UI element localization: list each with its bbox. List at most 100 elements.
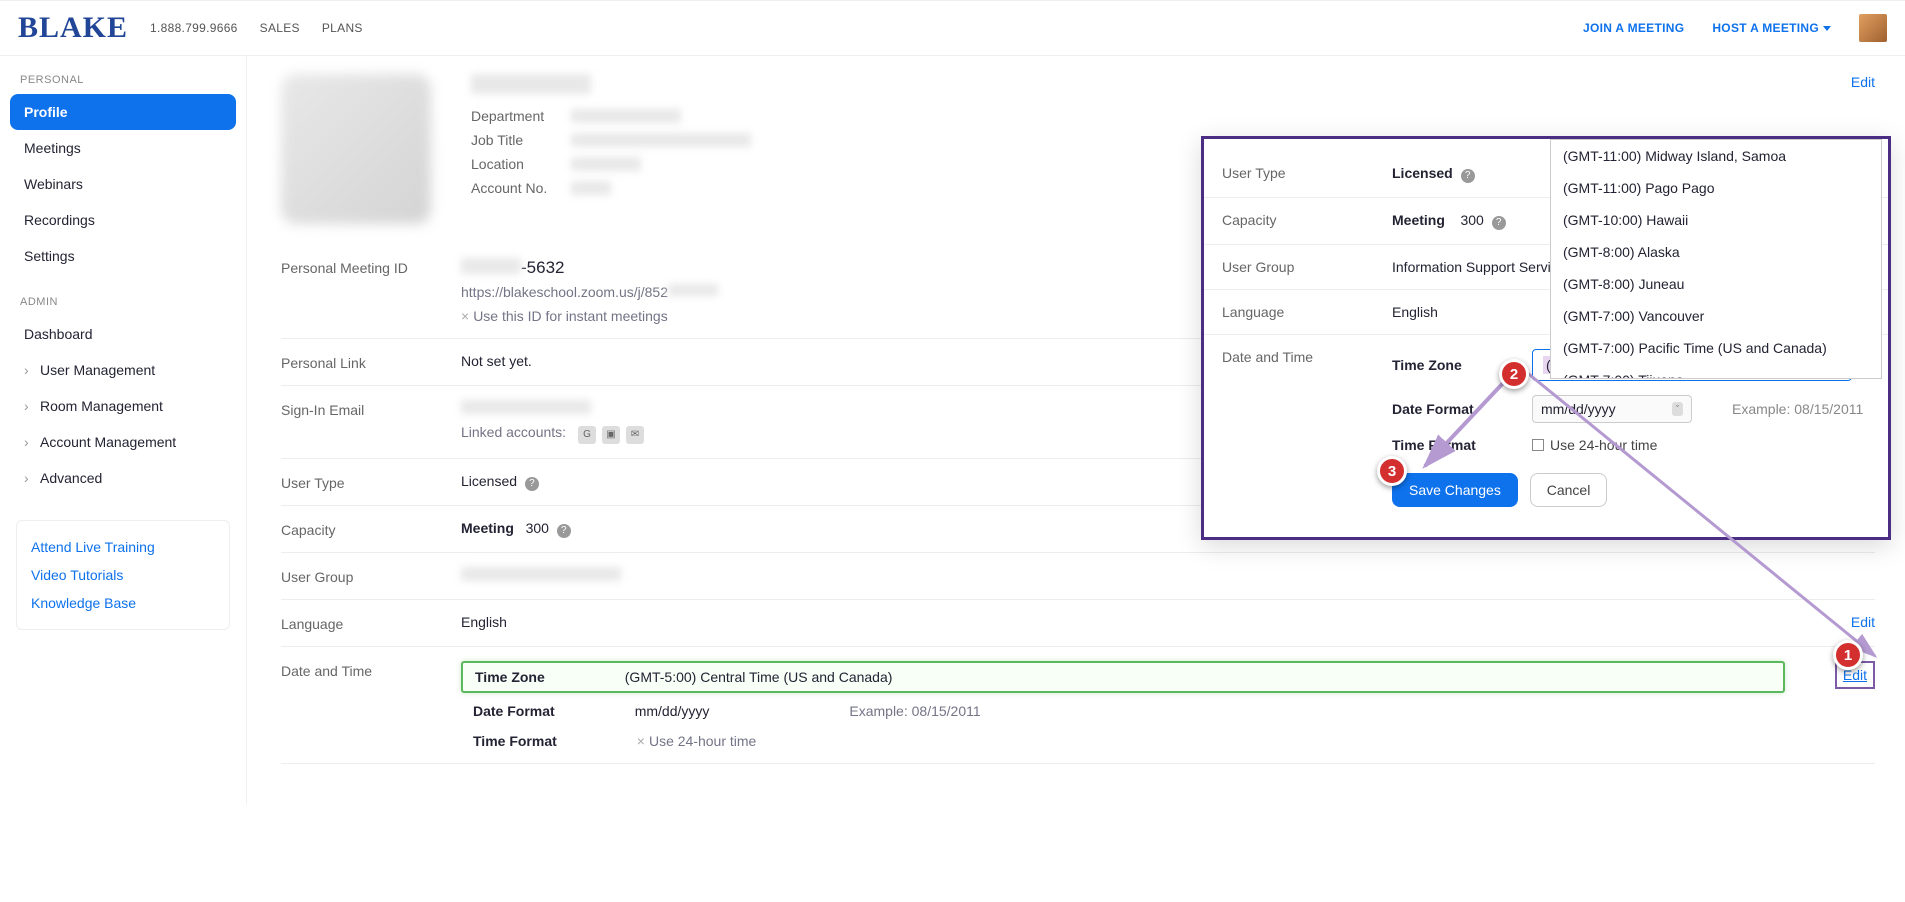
sidebar-item-profile[interactable]: Profile [10,94,236,130]
timeformat-check-label: Use 24-hour time [1550,437,1657,453]
sidebar-item-dashboard[interactable]: Dashboard [10,316,236,352]
ov-capacity-meeting: Meeting [1392,212,1445,228]
redacted-value: xxxxxx [571,133,751,147]
timezone-option[interactable]: (GMT-11:00) Midway Island, Samoa [1551,140,1881,172]
sidebar-heading-admin: ADMIN [10,292,236,316]
linked-accounts-label: Linked accounts: [461,424,566,440]
dateformat-value: mm/dd/yyyy [1541,401,1616,417]
df-sublabel: Date Format [473,703,555,719]
label-capacity: Capacity [281,520,461,538]
sidebar-item-acct-mgmt[interactable]: ›Account Management [10,424,236,460]
tf-sublabel: Time Format [473,733,557,749]
chevron-right-icon: › [24,434,34,450]
sidebar-item-meetings[interactable]: Meetings [10,130,236,166]
redacted-value: xxx [571,157,641,171]
label-user-type: User Type [281,473,461,491]
checkbox-icon [1532,439,1544,451]
ov-label-usergroup: User Group [1222,259,1392,275]
tz-sublabel: Time Zone [475,669,545,685]
main-content: xxxxx Departmentxxxxxx Job Titlexxxxxx L… [247,56,1905,804]
timezone-option[interactable]: (GMT-8:00) Juneau [1551,268,1881,300]
google-icon: G [578,426,596,444]
dateformat-example: Example: 08/15/2011 [1732,401,1863,417]
profile-photo[interactable] [281,74,431,224]
host-meeting-link[interactable]: HOST A MEETING [1712,21,1831,35]
timezone-option[interactable]: (GMT-10:00) Hawaii [1551,204,1881,236]
nav-plans[interactable]: PLANS [322,21,363,35]
timezone-option[interactable]: (GMT-7:00) Pacific Time (US and Canada) [1551,332,1881,364]
info-icon[interactable]: ? [557,524,571,538]
chevron-down-icon [1823,26,1831,31]
user-type-value: Licensed [461,473,517,489]
capacity-value: 300 [526,520,549,536]
profile-name-redacted: xxxxx [471,74,591,94]
sidebar-item-user-mgmt[interactable]: ›User Management [10,352,236,388]
help-live-training[interactable]: Attend Live Training [27,533,219,561]
chevron-down-icon: ˇ [1672,402,1683,416]
label-language: Language [281,614,461,632]
info-icon[interactable]: ? [1461,169,1475,183]
sidebar: PERSONAL Profile Meetings Webinars Recor… [0,56,247,804]
row-date-time: Date and Time Time Zone (GMT-5:00) Centr… [281,647,1875,764]
cancel-button[interactable]: Cancel [1530,473,1608,507]
timezone-option[interactable]: (GMT-7:00) Tijuana [1551,364,1881,379]
pmi-url-prefix: https://blakeschool.zoom.us/j/852 [461,284,668,300]
ov-df-label: Date Format [1392,401,1532,417]
info-icon[interactable]: ? [1492,216,1506,230]
ov-label-language: Language [1222,304,1392,320]
row-user-group: User Group xxxxx [281,553,1875,600]
redacted-value: xxxxx [461,567,621,581]
chevron-right-icon: › [24,470,34,486]
ov-tf-label: Time Format [1392,437,1532,453]
timeformat-checkbox[interactable]: Use 24-hour time [1532,437,1657,453]
annotation-marker-3: 3 [1377,456,1407,486]
timezone-option[interactable]: (GMT-8:00) Alaska [1551,236,1881,268]
phone-number: 1.888.799.9666 [150,21,238,35]
sidebar-item-recordings[interactable]: Recordings [10,202,236,238]
field-label-jobtitle: Job Title [471,132,571,148]
info-icon[interactable]: ? [525,477,539,491]
field-label-location: Location [471,156,571,172]
nav-sales[interactable]: SALES [260,21,300,35]
annotation-marker-2: 2 [1499,359,1529,389]
label-personal-link: Personal Link [281,353,461,371]
label-pmi: Personal Meeting ID [281,258,461,276]
ov-capacity-value: 300 [1460,212,1483,228]
timezone-highlight-box: Time Zone (GMT-5:00) Central Time (US an… [461,661,1785,693]
label-user-group: User Group [281,567,461,585]
df-value: mm/dd/yyyy [635,703,710,719]
sidebar-item-advanced[interactable]: ›Advanced [10,460,236,496]
edit-language-link[interactable]: Edit [1851,614,1875,630]
capacity-meeting: Meeting [461,520,514,536]
user-avatar[interactable] [1859,14,1887,42]
chevron-right-icon: › [24,362,34,378]
join-meeting-link[interactable]: JOIN A MEETING [1583,21,1684,35]
label-date-time: Date and Time [281,661,461,679]
help-video-tutorials[interactable]: Video Tutorials [27,561,219,589]
ov-label-datetime: Date and Time [1222,349,1392,365]
label-signin-email: Sign-In Email [281,400,461,418]
redacted-value: xx [571,181,611,195]
ov-usertype-value: Licensed [1392,165,1453,181]
sidebar-item-room-mgmt[interactable]: ›Room Management [10,388,236,424]
save-changes-button[interactable]: Save Changes [1392,473,1518,507]
row-language: Language English Edit [281,600,1875,647]
annotation-marker-1: 1 [1833,640,1863,670]
tf-value: Use 24-hour time [649,733,756,749]
dateformat-select[interactable]: mm/dd/yyyy ˇ [1532,395,1692,423]
timezone-dropdown-list[interactable]: (GMT-11:00) Midway Island, Samoa(GMT-11:… [1550,139,1882,379]
timezone-option[interactable]: (GMT-11:00) Pago Pago [1551,172,1881,204]
timezone-option[interactable]: (GMT-7:00) Vancouver [1551,300,1881,332]
header-left: BLAKE 1.888.799.9666 SALES PLANS [18,11,363,45]
field-label-accountno: Account No. [471,180,571,196]
df-example: Example: 08/15/2011 [849,703,980,719]
pmi-suffix: -5632 [521,258,564,277]
sidebar-item-webinars[interactable]: Webinars [10,166,236,202]
chevron-right-icon: › [24,398,34,414]
help-knowledge-base[interactable]: Knowledge Base [27,589,219,617]
datetime-edit-overlay: (GMT-11:00) Midway Island, Samoa(GMT-11:… [1201,136,1891,540]
sidebar-item-settings[interactable]: Settings [10,238,236,274]
brand-logo[interactable]: BLAKE [18,11,128,45]
edit-profile-link[interactable]: Edit [1851,74,1875,90]
sso-icon: ✉ [626,426,644,444]
